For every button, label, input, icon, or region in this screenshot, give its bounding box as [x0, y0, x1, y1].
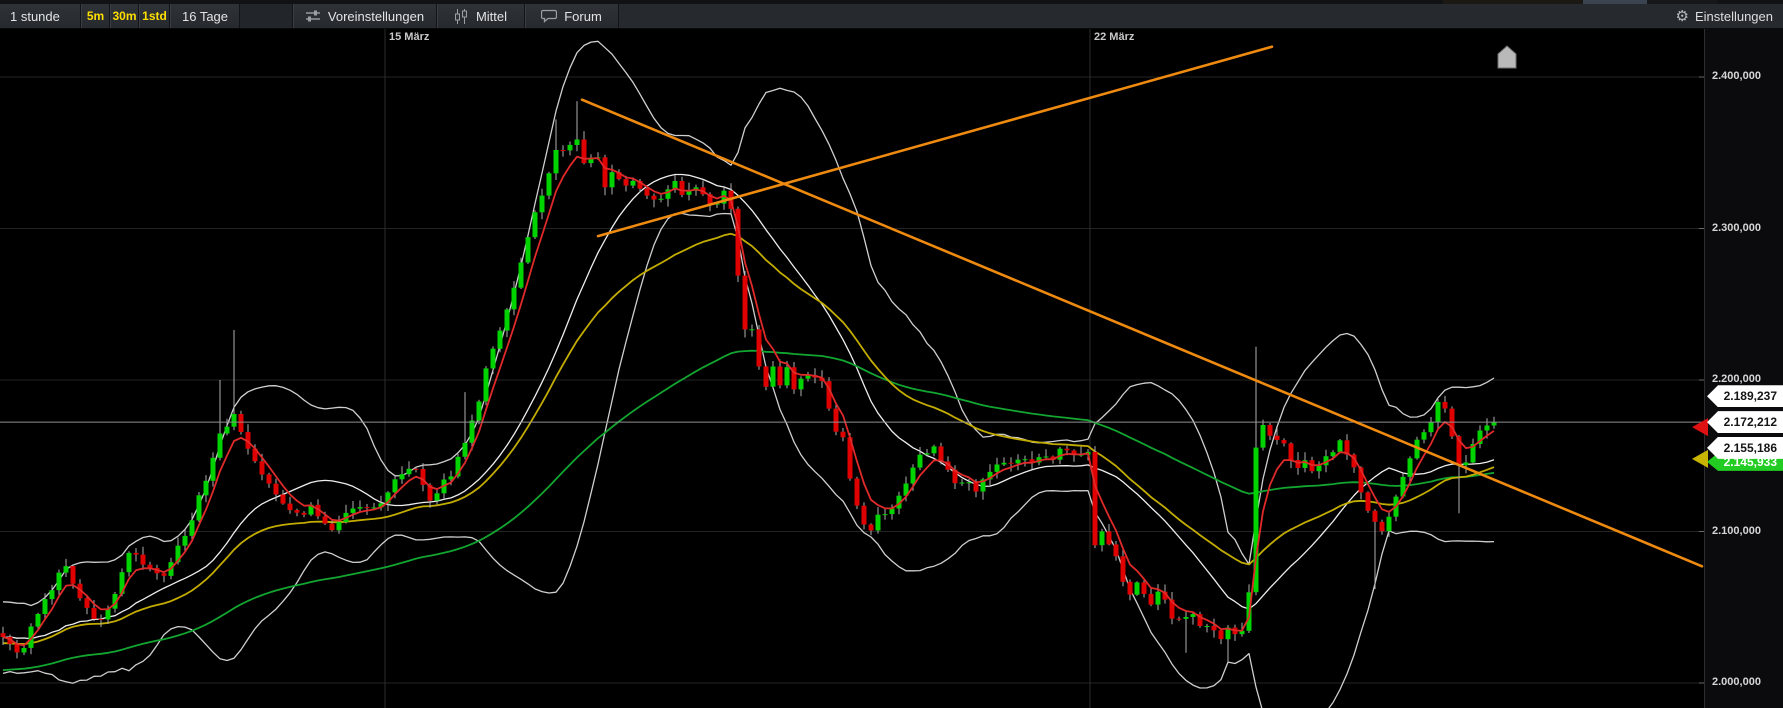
forum-button[interactable]: Forum: [525, 4, 619, 28]
timeframe-30m-label: 30m: [112, 9, 137, 23]
price-axis-tick: 2.400,000: [1712, 70, 1761, 82]
timeframe-5m-label: 5m: [86, 9, 105, 23]
toolbar-spacer: [240, 4, 293, 28]
range-label: 16 Tage: [181, 8, 229, 24]
forum-label: Forum: [564, 8, 602, 24]
chart-annotation-marker[interactable]: [1497, 45, 1517, 69]
x-axis-date-label: 15 März: [389, 31, 430, 43]
settings-button[interactable]: ⚙ Einstellungen: [1675, 4, 1783, 28]
trend-line[interactable]: [580, 98, 1704, 568]
timeframe-1std-button[interactable]: 1std: [139, 4, 170, 28]
range-button[interactable]: 16 Tage: [170, 4, 240, 28]
presets-button[interactable]: Voreinstellungen: [293, 4, 437, 28]
price-tag-high: 2.189,237: [1707, 385, 1783, 408]
settings-label: Einstellungen: [1694, 8, 1773, 24]
gear-icon: ⚙: [1675, 8, 1689, 25]
timeframe-current-button[interactable]: 1 stunde: [0, 4, 81, 28]
timeframe-30m-button[interactable]: 30m: [110, 4, 139, 28]
timeframe-1std-label: 1std: [142, 9, 167, 23]
price-axis-tick: 2.000,000: [1712, 676, 1761, 688]
candlestick-plot[interactable]: [0, 29, 1783, 708]
price-axis-tick: 2.100,000: [1712, 524, 1761, 537]
price-chart[interactable]: 15 März 22 März 2.400,000 2.300,000 2.20…: [0, 29, 1783, 708]
x-axis-date-label: 22 März: [1094, 31, 1135, 43]
indicators-label: Mittel: [475, 8, 508, 24]
toolbar-filler: [619, 4, 1676, 28]
indicators-button[interactable]: Mittel: [437, 4, 525, 28]
price-tag-ma-mid: 2.155,186: [1707, 436, 1783, 459]
price-tag-last: 2.172,212: [1707, 411, 1783, 434]
price-axis[interactable]: 2.400,000 2.300,000 2.200,000 2.100,000 …: [1704, 29, 1783, 708]
timeframe-5m-button[interactable]: 5m: [81, 4, 110, 28]
presets-label: Voreinstellungen: [327, 8, 425, 24]
price-axis-tick: 2.300,000: [1712, 221, 1761, 234]
timeframe-current-label: 1 stunde: [10, 8, 60, 24]
chart-toolbar: 1 stunde 5m 30m 1std 16 Tage Voreinstell…: [0, 4, 1783, 29]
price-axis-tick: 2.200,000: [1712, 373, 1761, 385]
trading-app: { "window": { "tabs_strip": { "segments"…: [0, 0, 1783, 708]
